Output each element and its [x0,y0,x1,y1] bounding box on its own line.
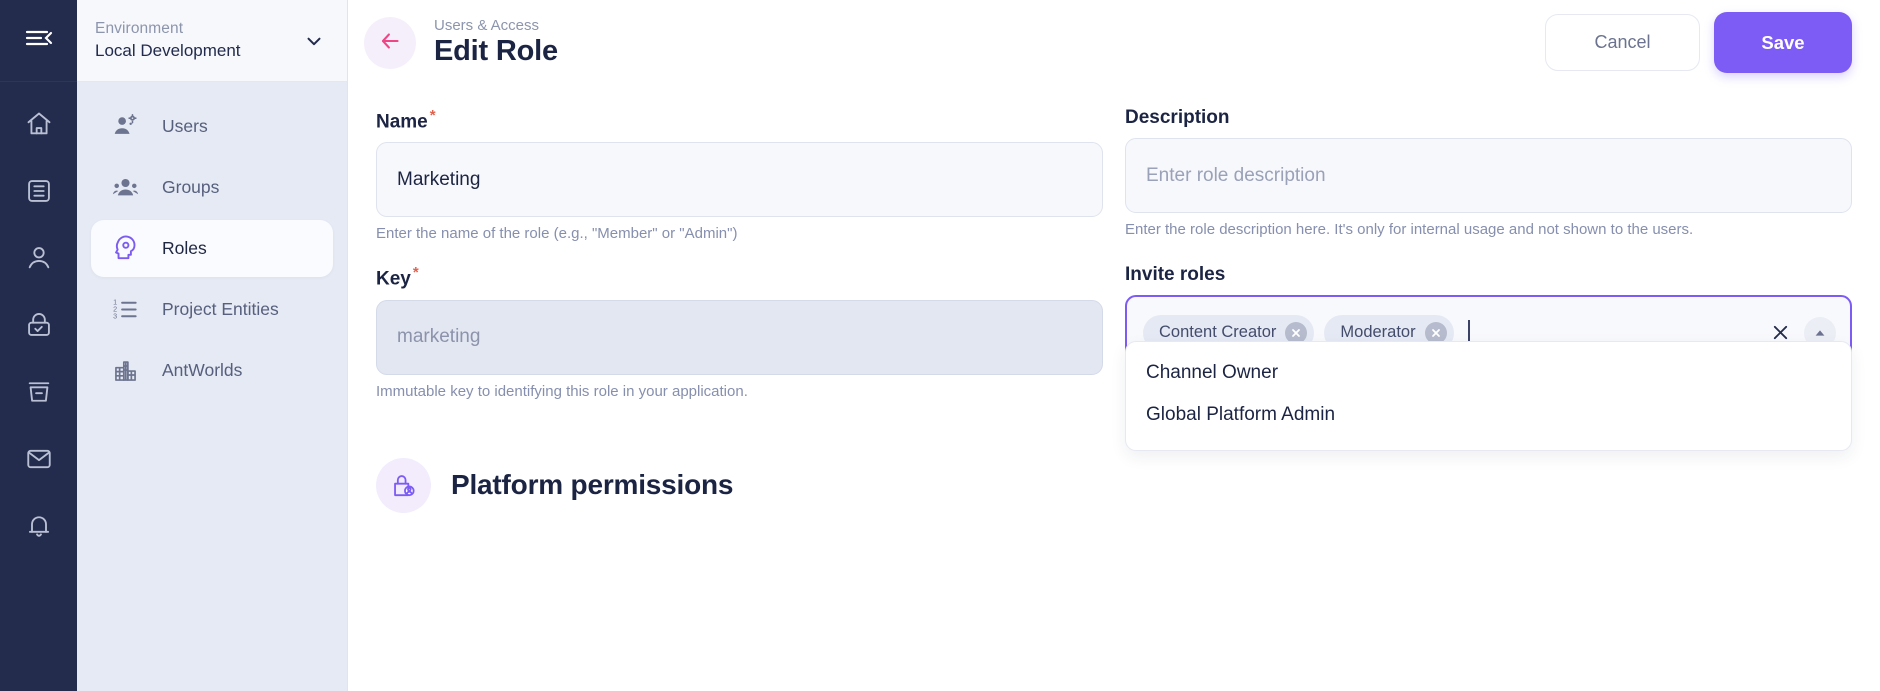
dropdown-option[interactable]: Channel Owner [1126,352,1851,394]
cancel-button[interactable]: Cancel [1545,14,1700,71]
lock-check-icon[interactable] [19,305,59,345]
header-left: Users & Access Edit Role [364,16,558,69]
sidebar-item-roles[interactable]: Roles [91,220,333,277]
save-button[interactable]: Save [1714,12,1852,73]
back-arrow-icon [377,28,403,57]
back-button[interactable] [364,16,416,69]
environment-value: Local Development [95,41,241,60]
home-icon[interactable] [19,104,59,144]
breadcrumb-label: Users & Access [434,16,540,34]
sidebar-item-label: Project Entities [162,299,279,319]
secondary-sidebar: Environment Local Development Users Grou… [77,0,348,691]
lock-person-icon [376,457,431,513]
person-icon[interactable] [19,238,59,278]
key-field-group: Key * marketing Immutable key to identify… [376,264,1103,400]
sidebar-item-label: Groups [162,177,220,197]
list-icon[interactable] [19,171,59,211]
environment-selector[interactable]: Environment Local Development [77,0,347,82]
user-settings-icon [111,113,140,140]
description-input[interactable]: Enter role description [1125,138,1852,213]
section-title: Platform permissions [451,469,734,501]
sidebar-item-label: Roles [162,238,207,258]
description-label: Description [1125,107,1230,128]
app-root: Environment Local Development Users Grou… [0,0,1880,691]
key-input: marketing [376,299,1103,375]
invite-roles-field-group: Invite roles Content Creator Moderator C… [1125,264,1852,452]
name-hint: Enter the name of the role (e.g., "Membe… [376,225,738,243]
required-marker: * [412,264,419,282]
main-content: Users & Access Edit Role Cancel Save Nam… [348,0,1880,691]
sidebar-item-users[interactable]: Users [91,98,333,155]
invite-roles-dropdown: Channel Owner Global Platform Admin [1125,341,1852,452]
rail-icon-list [0,82,77,546]
archive-icon[interactable] [19,372,59,412]
environment-text: Environment Local Development [95,20,241,61]
key-label: Key * [376,264,419,290]
sidebar-item-groups[interactable]: Groups [91,159,333,216]
dropdown-option[interactable]: Global Platform Admin [1126,394,1851,436]
platform-permissions-header: Platform permissions [376,457,1852,513]
sidebar-item-label: Users [162,116,208,136]
icon-rail [0,0,77,691]
role-chip-label: Moderator [1340,323,1416,342]
page-header: Users & Access Edit Role Cancel Save [348,0,1880,85]
numbered-list-icon: 1 2 3 [111,296,140,323]
role-chip-label: Content Creator [1159,323,1277,342]
sidebar-item-project-entities[interactable]: 1 2 3 Project Entities [91,281,333,338]
header-actions: Cancel Save [1545,12,1852,73]
sidebar-nav: Users Groups Roles 1 2 3 Project Entitie… [77,82,347,399]
sidebar-item-label: AntWorlds [162,360,243,380]
mail-icon[interactable] [19,439,59,479]
svg-text:3: 3 [113,312,117,321]
name-label: Name * [376,107,436,133]
edit-role-form: Name * Marketing Enter the name of the ro… [348,85,1880,513]
environment-label: Environment [95,20,184,37]
bell-icon[interactable] [19,506,59,546]
page-title: Edit Role [434,34,558,67]
sidebar-item-antworlds[interactable]: AntWorlds [91,342,333,399]
chevron-down-icon [303,30,325,52]
buildings-icon [111,357,140,384]
collapse-sidebar-button[interactable] [0,0,77,82]
groups-icon [111,174,140,201]
head-gear-icon [111,235,140,262]
breadcrumb: Users & Access Edit Role [434,17,558,68]
name-input[interactable]: Marketing [376,142,1103,218]
invite-roles-label: Invite roles [1125,264,1226,286]
description-field-group: Description Enter role description Enter… [1125,107,1852,242]
menu-collapse-icon [23,25,55,56]
description-hint: Enter the role description here. It's on… [1125,221,1694,238]
name-field-group: Name * Marketing Enter the name of the ro… [376,107,1103,242]
key-hint: Immutable key to identifying this role i… [376,382,748,400]
required-marker: * [429,107,436,124]
